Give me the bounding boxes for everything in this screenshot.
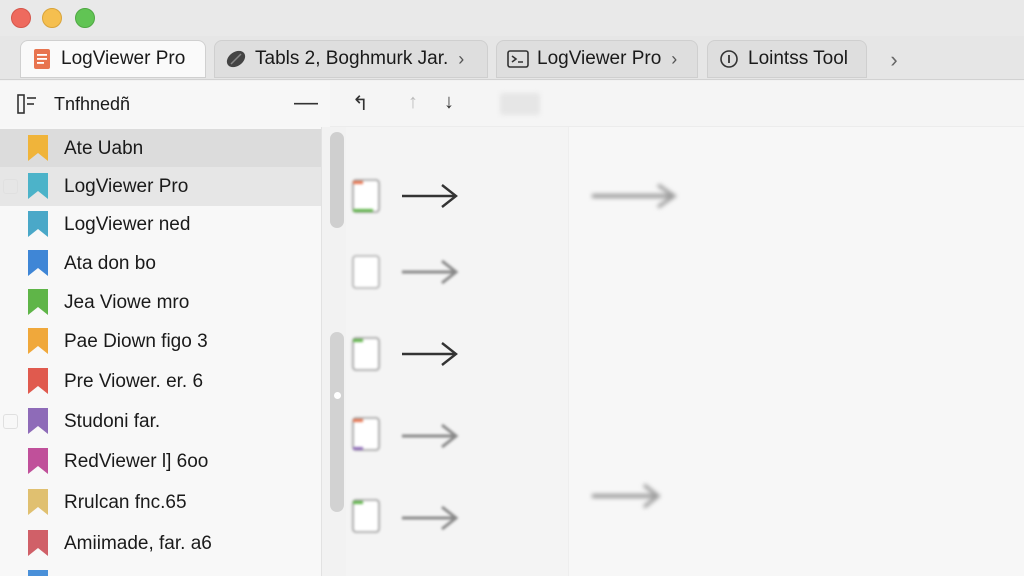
bookmark-icon xyxy=(28,530,48,556)
list-item-label: Ata don bo xyxy=(64,252,156,274)
chevron-right-icon: › xyxy=(458,48,465,69)
zoom-window-button[interactable] xyxy=(75,8,95,28)
document-thumbnail-icon xyxy=(352,337,380,371)
list-item-label: Studoni far. xyxy=(64,410,161,432)
list-item-label: LogViewer ned xyxy=(64,213,191,235)
list-item[interactable]: Pre Viower. er. 6 xyxy=(0,362,321,401)
row-checkbox[interactable] xyxy=(3,179,18,194)
list-item-label: Jea Viowe mro xyxy=(64,291,190,313)
list-item-label: Amiimade, far. a6 xyxy=(64,532,212,554)
sidebar-list-icon xyxy=(16,93,38,115)
tab-label: LogViewer Pro xyxy=(61,48,186,69)
bookmark-icon xyxy=(28,570,48,576)
arrow-right-icon xyxy=(592,183,678,209)
list-item[interactable]: Pae Diown figo 3 xyxy=(0,322,321,361)
sidebar-scrollbar[interactable] xyxy=(328,132,346,576)
sidebar-title: Tnfhnedñ xyxy=(54,94,131,114)
bookmark-icon xyxy=(28,250,48,276)
toolbar-placeholder xyxy=(500,93,540,115)
bookmark-icon xyxy=(28,408,48,434)
tab-strip: LogViewer Pro Tabls 2, Boghmurk Jar. › L… xyxy=(0,36,1024,80)
list-item-label: Ate Uabn xyxy=(64,137,144,159)
list-item-label: Pre Viower. er. 6 xyxy=(64,370,204,392)
sidebar-list: Ate Uabn LogViewer Pro LogViewer ned Ata… xyxy=(0,127,322,576)
document-thumbnail-icon xyxy=(352,499,380,533)
arrow-right-icon xyxy=(402,184,458,208)
list-item[interactable]: Ate Uabn xyxy=(0,129,321,168)
sidebar-header: Tnfhnedñ — xyxy=(0,81,330,127)
row-checkbox[interactable] xyxy=(3,414,18,429)
tab-lointss-tool[interactable]: Lointss Tool xyxy=(707,40,867,78)
list-item[interactable]: LogViewer ned xyxy=(0,205,321,244)
minimize-window-button[interactable] xyxy=(42,8,62,28)
tab-logviewer-pro[interactable]: LogViewer Pro xyxy=(20,40,206,78)
document-thumbnail-icon xyxy=(352,255,380,289)
content-pane xyxy=(346,127,1024,576)
tab-logviewer-pro-2[interactable]: LogViewer Pro › xyxy=(496,40,698,78)
arrow-right-icon xyxy=(402,423,459,449)
tab-label: LogViewer Pro xyxy=(537,48,662,69)
close-window-button[interactable] xyxy=(11,8,31,28)
list-item[interactable]: RedViewer l] 6oo xyxy=(0,442,321,481)
list-item[interactable]: LogViewer Pro xyxy=(0,167,321,206)
sort-up-button[interactable]: ↰ xyxy=(352,91,369,116)
toolbar: ↰ ↑ ↓ xyxy=(330,81,1024,127)
tab-tabls-bookmark[interactable]: Tabls 2, Boghmurk Jar. › xyxy=(214,40,488,78)
bookmark-icon xyxy=(28,135,48,161)
tab-overflow-button[interactable]: › xyxy=(882,46,906,74)
bookmark-icon xyxy=(28,173,48,199)
list-item[interactable]: Rrulcan fnc.65 xyxy=(0,483,321,522)
document-thumbnail-icon xyxy=(352,417,380,451)
list-item[interactable]: Ata don bo xyxy=(0,244,321,283)
pill-icon xyxy=(225,48,247,70)
list-item[interactable] xyxy=(0,564,321,576)
document-thumbnail-icon xyxy=(352,179,380,213)
scroll-indicator-dot xyxy=(334,392,341,399)
list-item-label: Rrulcan fnc.65 xyxy=(64,491,187,513)
scroll-thumb[interactable] xyxy=(330,132,344,228)
bookmark-icon xyxy=(28,211,48,237)
info-circle-icon xyxy=(718,48,740,70)
terminal-icon xyxy=(507,48,529,70)
bookmark-icon xyxy=(28,448,48,474)
title-bar xyxy=(0,0,1024,36)
bookmark-icon xyxy=(28,368,48,394)
list-item[interactable]: Studoni far. xyxy=(0,402,321,441)
arrow-right-icon xyxy=(402,342,458,366)
tab-label: Lointss Tool xyxy=(748,48,848,69)
arrow-up-button[interactable]: ↑ xyxy=(408,91,418,114)
tab-label: Tabls 2, Boghmurk Jar. xyxy=(255,48,449,69)
document-icon xyxy=(31,48,53,70)
bookmark-icon xyxy=(28,289,48,315)
arrow-down-button[interactable]: ↓ xyxy=(444,91,454,114)
list-item[interactable]: Jea Viowe mro xyxy=(0,283,321,322)
chevron-right-icon: › xyxy=(671,48,678,69)
arrow-right-icon xyxy=(402,505,459,531)
arrow-right-icon xyxy=(402,259,459,285)
list-item-label: LogViewer Pro xyxy=(64,175,189,197)
bookmark-icon xyxy=(28,489,48,515)
arrow-right-icon xyxy=(592,483,661,509)
list-item[interactable]: Amiimade, far. a6 xyxy=(0,524,321,563)
list-item-label: Pae Diown figo 3 xyxy=(64,330,208,352)
list-item-label: RedViewer l] 6oo xyxy=(64,450,209,472)
bookmark-icon xyxy=(28,328,48,354)
collapse-sidebar-button[interactable]: — xyxy=(294,89,318,117)
scroll-thumb-lower[interactable] xyxy=(330,332,344,512)
